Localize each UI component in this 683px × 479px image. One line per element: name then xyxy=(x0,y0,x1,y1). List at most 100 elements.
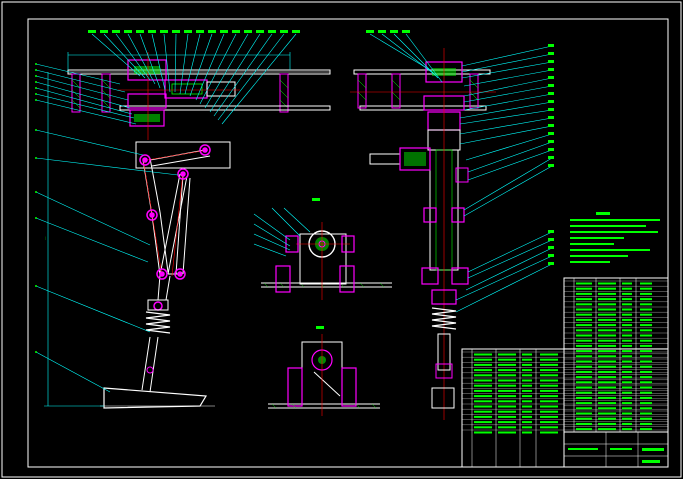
parts-row-cell xyxy=(640,381,652,384)
parts-row-cell xyxy=(622,360,632,363)
parts-row-cell xyxy=(498,400,516,403)
parts-row-cell xyxy=(498,410,516,413)
parts-row-cell xyxy=(622,292,632,295)
parts-row-cell xyxy=(540,384,558,387)
parts-row-cell xyxy=(622,308,632,311)
parts-row-cell xyxy=(598,344,616,347)
parts-row-cell xyxy=(576,324,592,327)
parts-row-cell xyxy=(640,360,652,363)
parts-row-cell xyxy=(598,308,616,311)
parts-row-cell xyxy=(498,358,516,361)
parts-row-cell xyxy=(640,308,652,311)
parts-row-cell xyxy=(576,396,592,399)
parts-row-cell xyxy=(474,379,492,382)
parts-row-cell xyxy=(576,376,592,379)
parts-row-cell xyxy=(498,374,516,377)
parts-row-cell xyxy=(598,360,616,363)
knee-bracket xyxy=(135,141,231,169)
parts-row-cell xyxy=(474,415,492,418)
parts-row-cell xyxy=(622,324,632,327)
parts-row-cell xyxy=(622,329,632,332)
parts-row-cell xyxy=(540,421,558,424)
parts-row-cell xyxy=(498,379,516,382)
parts-row-cell xyxy=(622,391,632,394)
parts-row-cell xyxy=(622,318,632,321)
parts-row-cell xyxy=(598,318,616,321)
parts-row-cell xyxy=(540,400,558,403)
parts-row-cell xyxy=(522,389,532,392)
parts-row-cell xyxy=(598,402,616,405)
parts-row-cell xyxy=(640,313,652,316)
parts-row-cell xyxy=(576,360,592,363)
parts-row-cell xyxy=(540,431,558,434)
parts-row-cell xyxy=(498,415,516,418)
parts-row-cell xyxy=(576,422,592,425)
parts-row-cell xyxy=(498,363,516,366)
parts-row-cell xyxy=(498,426,516,429)
parts-row-cell xyxy=(640,287,652,290)
parts-row-cell xyxy=(540,374,558,377)
parts-row-cell xyxy=(622,407,632,410)
parts-row-cell xyxy=(640,402,652,405)
parts-row-cell xyxy=(622,282,632,285)
parts-row-cell xyxy=(576,313,592,316)
parts-row-cell xyxy=(522,431,532,434)
parts-row-cell xyxy=(576,334,592,337)
parts-row-cell xyxy=(522,410,532,413)
parts-row-cell xyxy=(622,339,632,342)
parts-row-cell xyxy=(474,431,492,434)
parts-row-cell xyxy=(540,389,558,392)
parts-row-cell xyxy=(576,365,592,368)
parts-row-cell xyxy=(474,405,492,408)
parts-row-cell xyxy=(522,369,532,372)
parts-row-cell xyxy=(622,402,632,405)
front-elevation-view xyxy=(350,30,554,420)
parts-row-cell xyxy=(522,400,532,403)
parts-row-cell xyxy=(640,391,652,394)
parts-row-cell xyxy=(598,324,616,327)
parts-row-cell xyxy=(598,396,616,399)
parts-row-cell xyxy=(598,313,616,316)
parts-row-cell xyxy=(640,334,652,337)
cad-drawing: —— xyxy=(1,1,682,478)
parts-row-cell xyxy=(540,405,558,408)
parts-row-cell xyxy=(474,426,492,429)
parts-row-cell xyxy=(598,381,616,384)
parts-row-cell xyxy=(598,355,616,358)
parts-row-cell xyxy=(640,344,652,347)
parts-row-cell xyxy=(622,381,632,384)
parts-row-cell xyxy=(622,386,632,389)
parts-row-cell xyxy=(640,370,652,373)
parts-row-cell xyxy=(622,422,632,425)
parts-row-cell xyxy=(598,298,616,301)
parts-row-cell xyxy=(522,384,532,387)
parts-row-cell xyxy=(522,358,532,361)
parts-row-cell xyxy=(640,365,652,368)
parts-row-cell xyxy=(598,350,616,353)
parts-row-cell xyxy=(622,313,632,316)
parts-row-cell xyxy=(576,339,592,342)
parts-row-cell xyxy=(598,422,616,425)
parts-row-cell xyxy=(576,381,592,384)
parts-row-cell xyxy=(640,339,652,342)
parts-row-cell xyxy=(498,421,516,424)
parts-row-cell xyxy=(640,396,652,399)
technical-requirements xyxy=(570,212,660,263)
parts-row-cell xyxy=(498,389,516,392)
parts-row-cell xyxy=(598,329,616,332)
parts-row-cell xyxy=(622,365,632,368)
front-leaders xyxy=(369,33,553,313)
joint-pins xyxy=(139,144,211,311)
parts-row-cell xyxy=(598,428,616,431)
parts-row-cell xyxy=(522,405,532,408)
foot-plate xyxy=(103,387,208,409)
parts-row-cell xyxy=(598,412,616,415)
parts-row-cell xyxy=(576,350,592,353)
parts-row-cell xyxy=(598,370,616,373)
parts-row-cell xyxy=(598,407,616,410)
side-elevation-view: —— xyxy=(35,30,331,409)
parts-row-cell xyxy=(598,282,616,285)
parts-row-cell xyxy=(576,318,592,321)
parts-row-cell xyxy=(474,374,492,377)
parts-row-cell xyxy=(576,386,592,389)
